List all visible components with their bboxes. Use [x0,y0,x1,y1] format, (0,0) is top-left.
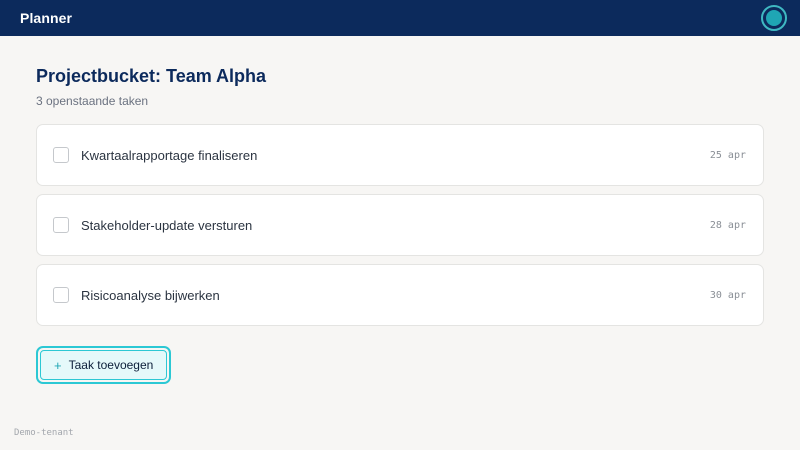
plus-icon: + [54,357,62,373]
top-bar: Planner [0,0,800,36]
task-checkbox[interactable] [53,287,69,303]
page-title: Projectbucket: Team Alpha [36,66,267,86]
task-due-date: 25 apr [709,149,746,161]
user-avatar-icon[interactable] [761,5,787,31]
task-list: Kwartaalrapportage finaliseren 25 apr St… [36,124,764,326]
task-due-date: 28 apr [709,219,746,231]
task-due-date: 30 apr [709,289,746,301]
task-card[interactable]: Kwartaalrapportage finaliseren 25 apr [36,124,764,186]
task-card[interactable]: Stakeholder-update versturen 28 apr [36,194,764,256]
main-content: Projectbucket: Team Alpha 3 openstaande … [36,36,764,384]
add-task-button-label: Taak toevoegen [68,358,154,372]
task-checkbox[interactable] [53,217,69,233]
app-title: Planner [20,10,73,26]
task-label: Risicoanalyse bijwerken [81,287,220,303]
task-card[interactable]: Risicoanalyse bijwerken 30 apr [36,264,764,326]
add-task-focus-ring: + Taak toevoegen [36,346,172,384]
add-task-button[interactable]: + Taak toevoegen [40,350,168,380]
task-count-subtitle: 3 openstaande taken [36,94,149,108]
avatar-dot [766,10,782,26]
task-checkbox[interactable] [53,147,69,163]
tenant-label: Demo-tenant [14,428,74,438]
task-label: Stakeholder-update versturen [81,217,253,233]
task-label: Kwartaalrapportage finaliseren [81,147,258,163]
